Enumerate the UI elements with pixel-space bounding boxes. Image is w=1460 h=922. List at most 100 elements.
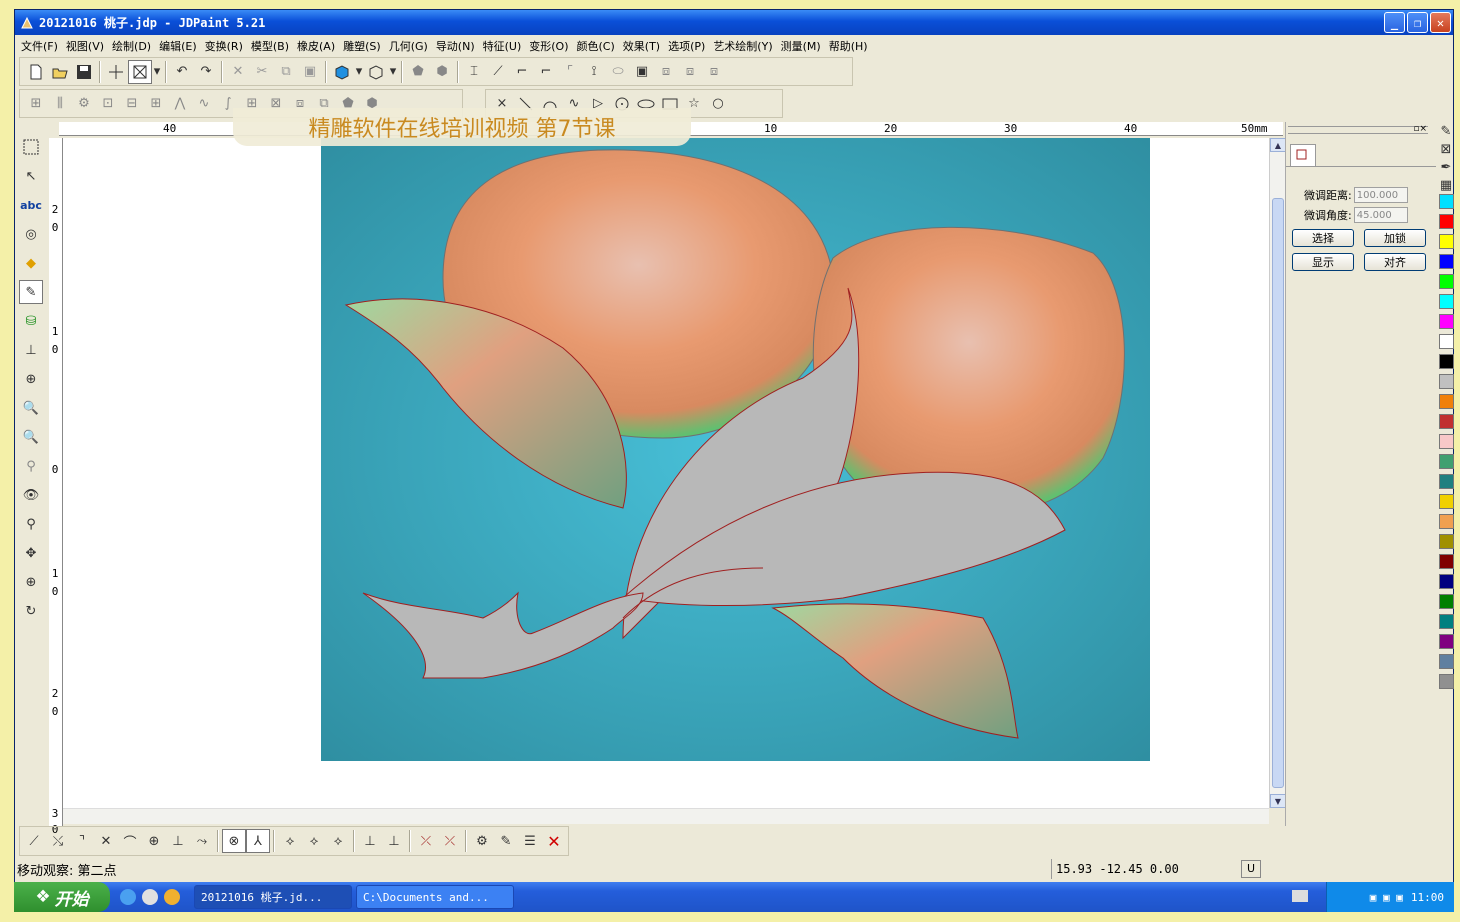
ie-icon[interactable]	[120, 889, 136, 905]
show-button[interactable]: 显示	[1292, 253, 1354, 271]
corner-icon[interactable]: ⌜	[558, 60, 582, 84]
color-swatch[interactable]	[1438, 454, 1454, 469]
angle-input[interactable]	[1353, 207, 1408, 223]
color-swatch[interactable]	[1438, 654, 1454, 669]
snap-angle-icon[interactable]: ⅄	[246, 829, 270, 853]
snap-settings-b-icon[interactable]: ✎	[494, 829, 518, 853]
minimize-button[interactable]: _	[1384, 12, 1405, 33]
snap-base-a-icon[interactable]: ⊥	[358, 829, 382, 853]
title-bar[interactable]: 20121016 桃子.jdp - JDPaint 5.21 _ ❐ ✕	[15, 10, 1453, 35]
keyboard-icon[interactable]	[1292, 890, 1308, 902]
copy-icon[interactable]: ⧉	[274, 60, 298, 84]
extend-icon[interactable]: ⟋	[486, 60, 510, 84]
menu-item[interactable]: 模型(B)	[249, 38, 295, 54]
color-swatch[interactable]	[1438, 254, 1454, 269]
menu-item[interactable]: 文件(F)	[19, 38, 64, 54]
zoom-icon[interactable]: ⊕	[19, 570, 43, 594]
color-swatch[interactable]	[1438, 394, 1454, 409]
pan-move-icon[interactable]: ✥	[19, 541, 43, 565]
delete-icon[interactable]: ✕	[226, 60, 250, 84]
snap-base-b-icon[interactable]: ⊥	[382, 829, 406, 853]
eye-view-icon[interactable]: 👁	[19, 483, 43, 507]
snap-off-b-icon[interactable]: ⤫	[438, 829, 462, 853]
scroll-thumb[interactable]	[1272, 198, 1284, 788]
offset-icon[interactable]: ▣	[630, 60, 654, 84]
wave-icon[interactable]: ∿	[192, 92, 216, 116]
zoom-out-icon[interactable]: 🔍	[19, 396, 43, 420]
select-button[interactable]: 选择	[1292, 229, 1354, 247]
node-edit-icon[interactable]: ↖	[19, 164, 43, 188]
lock-button[interactable]: 加锁	[1364, 229, 1426, 247]
selection-rect-icon[interactable]	[19, 135, 43, 159]
distance-input[interactable]	[1353, 187, 1408, 203]
tray-icons[interactable]: ▣ ▣ ▣	[1370, 891, 1403, 904]
dropdown-arrow-icon[interactable]: ▾	[152, 60, 162, 84]
snap-arc-icon[interactable]: ⌒	[118, 829, 142, 853]
chamfer-icon[interactable]: ⌐	[534, 60, 558, 84]
dropdown-arrow-icon[interactable]: ▾	[388, 60, 398, 84]
align-icon[interactable]: ⊞	[24, 92, 48, 116]
zoom-window-icon[interactable]: ⊕	[19, 367, 43, 391]
distribute-icon[interactable]: ⫼	[48, 92, 72, 116]
undo-icon[interactable]: ↶	[170, 60, 194, 84]
mirror-icon[interactable]: ⧈	[678, 60, 702, 84]
fill-diamond-icon[interactable]: ◆	[19, 251, 43, 275]
slot-icon[interactable]: ⬭	[606, 60, 630, 84]
shield-fill-icon[interactable]: ⬢	[430, 60, 454, 84]
snap-grid-a-icon[interactable]: ⟡	[278, 829, 302, 853]
color-swatch[interactable]	[1438, 354, 1454, 369]
panel-grip[interactable]	[1288, 126, 1428, 134]
menu-item[interactable]: 几何(G)	[387, 38, 434, 54]
trim-icon[interactable]: ⌶	[462, 60, 486, 84]
select-box-icon[interactable]	[128, 59, 152, 84]
color-swatch[interactable]	[1438, 554, 1454, 569]
close-button[interactable]: ✕	[1430, 12, 1451, 33]
color-swatch[interactable]	[1438, 674, 1454, 689]
full-circle-icon[interactable]: ○	[706, 92, 730, 116]
menu-item[interactable]: 变换(R)	[203, 38, 249, 54]
menu-item[interactable]: 视图(V)	[64, 38, 110, 54]
color-swatch[interactable]	[1438, 414, 1454, 429]
pen-color-icon[interactable]: ✎	[1434, 122, 1458, 140]
color-swatch[interactable]	[1438, 634, 1454, 649]
zoom-in-icon[interactable]: 🔍	[19, 425, 43, 449]
snap-line-icon[interactable]: ⟋	[22, 829, 46, 853]
node-tab-icon[interactable]	[1290, 144, 1316, 166]
vertical-scrollbar[interactable]: ▲ ▼	[1269, 138, 1286, 808]
menu-item[interactable]: 测量(M)	[779, 38, 827, 54]
menu-item[interactable]: 编辑(E)	[157, 38, 203, 54]
browser-icon[interactable]	[142, 889, 158, 905]
color-swatch[interactable]	[1438, 294, 1454, 309]
refresh-icon[interactable]: ↻	[19, 599, 43, 623]
grid-icon[interactable]: ⊞	[144, 92, 168, 116]
scroll-down-icon[interactable]: ▼	[1270, 794, 1286, 808]
pen-edit-icon[interactable]: ✎	[19, 280, 43, 304]
redo-icon[interactable]: ↷	[194, 60, 218, 84]
menu-item[interactable]: 选项(P)	[666, 38, 711, 54]
menu-item[interactable]: 导动(N)	[434, 38, 481, 54]
snap-corner-icon[interactable]: ⌝	[70, 829, 94, 853]
text-abc-icon[interactable]: abc	[19, 193, 43, 217]
break-icon[interactable]: ⟟	[582, 60, 606, 84]
color-swatch[interactable]	[1438, 514, 1454, 529]
region-icon[interactable]: ◎	[19, 222, 43, 246]
pattern-icon[interactable]: ▦	[1434, 176, 1458, 194]
color-swatch[interactable]	[1438, 594, 1454, 609]
paste-icon[interactable]: ▣	[298, 60, 322, 84]
maximize-button[interactable]: ❐	[1407, 12, 1428, 33]
menu-item[interactable]: 橡皮(A)	[295, 38, 341, 54]
snap-endpoint-icon[interactable]: ⤯	[46, 829, 70, 853]
menu-item[interactable]: 帮助(H)	[827, 38, 874, 54]
menu-item[interactable]: 颜色(C)	[575, 38, 621, 54]
drawing-canvas[interactable]	[63, 138, 1269, 808]
color-swatch[interactable]	[1438, 494, 1454, 509]
scroll-up-icon[interactable]: ▲	[1270, 138, 1286, 152]
color-swatch[interactable]	[1438, 434, 1454, 449]
menu-item[interactable]: 特征(U)	[481, 38, 528, 54]
no-color-icon[interactable]: ⊠	[1434, 140, 1458, 158]
menu-item[interactable]: 绘制(D)	[110, 38, 157, 54]
snap-perpendicular-icon[interactable]: ⊥	[166, 829, 190, 853]
scale-icon[interactable]: ⊡	[96, 92, 120, 116]
color-swatch[interactable]	[1438, 214, 1454, 229]
zoom-fit-icon[interactable]: ⚲	[19, 454, 43, 478]
